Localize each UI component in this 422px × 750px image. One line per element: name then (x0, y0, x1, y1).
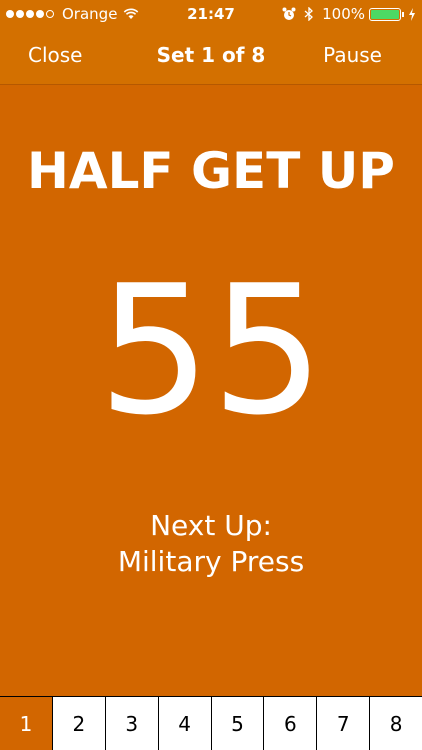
countdown-timer: 55 (97, 247, 325, 454)
set-button-4[interactable]: 4 (157, 697, 211, 750)
exercise-name: HALF GET UP (27, 142, 395, 200)
set-button-8[interactable]: 8 (369, 697, 422, 750)
status-right: 100% (282, 5, 416, 23)
charging-icon (409, 7, 415, 21)
navigation-bar: Close Set 1 of 8 Pause (0, 28, 422, 85)
next-up-label: Next Up: (150, 509, 272, 542)
battery-tip (402, 11, 404, 17)
set-button-7[interactable]: 7 (316, 697, 370, 750)
set-button-5[interactable]: 5 (210, 697, 264, 750)
set-button-3[interactable]: 3 (104, 697, 158, 750)
status-bar: Orange 21:47 100% (0, 0, 422, 28)
battery-percent: 100% (322, 5, 365, 23)
set-button-1[interactable]: 1 (0, 697, 52, 750)
battery-icon (369, 7, 401, 21)
workout-screen: Orange 21:47 100% Close Set 1 of 8 Pause… (0, 0, 422, 750)
bluetooth-icon (304, 7, 314, 21)
set-selector: 12345678 (0, 696, 422, 750)
next-up-exercise: Military Press (117, 545, 305, 578)
next-up-info: Next Up: Military Press (0, 508, 422, 580)
set-button-2[interactable]: 2 (51, 697, 105, 750)
pause-button[interactable]: Pause (323, 43, 382, 67)
battery-fill (371, 9, 399, 19)
alarm-icon (282, 7, 296, 20)
set-button-6[interactable]: 6 (263, 697, 317, 750)
